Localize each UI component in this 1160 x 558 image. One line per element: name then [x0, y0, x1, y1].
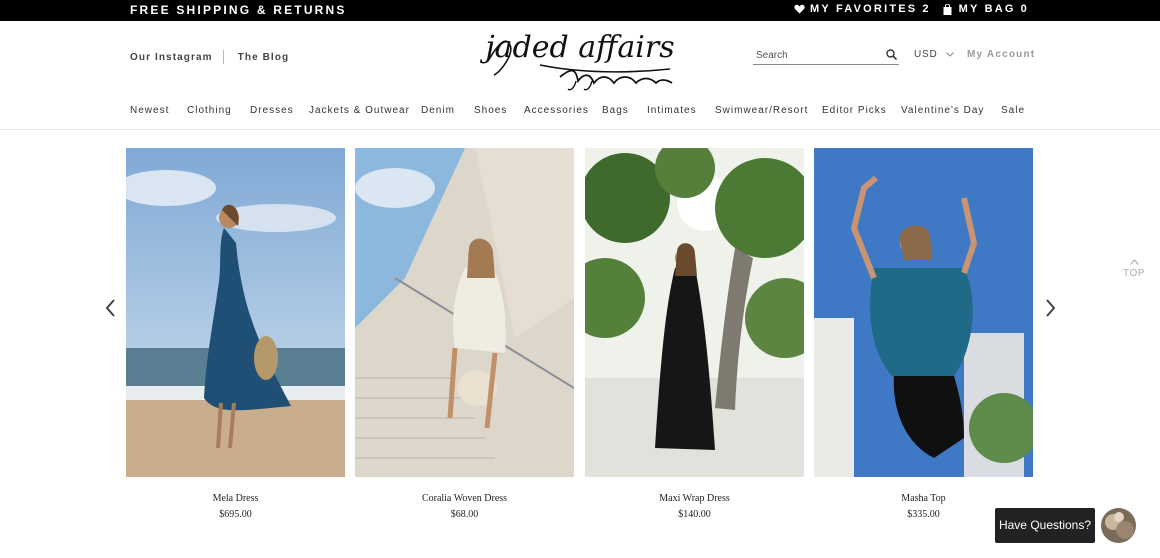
search-input[interactable] — [753, 46, 877, 65]
product-image[interactable] — [126, 148, 345, 477]
nav-item-swimwear-resort[interactable]: Swimwear/Resort — [715, 105, 808, 116]
product-card[interactable]: Coralia Woven Dress $68.00 — [355, 148, 574, 520]
chat-avatar[interactable] — [1101, 508, 1136, 543]
product-card[interactable]: Masha Top $335.00 — [814, 148, 1033, 520]
nav-item-newest[interactable]: Newest — [130, 105, 169, 116]
promo-bar: FREE SHIPPING & RETURNS MY FAVORITES 2 M… — [0, 0, 1160, 21]
have-questions-button[interactable]: Have Questions? — [995, 508, 1095, 543]
currency-selector[interactable]: USD — [914, 49, 954, 60]
product-name[interactable]: Coralia Woven Dress — [355, 493, 574, 504]
nav-item-denim[interactable]: Denim — [421, 105, 455, 116]
product-price: $140.00 — [678, 509, 711, 520]
nav-item-jackets-outwear[interactable]: Jackets & Outwear — [309, 105, 410, 116]
bag-link[interactable]: MY BAG 0 — [943, 3, 1029, 15]
product-name[interactable]: Maxi Wrap Dress — [585, 493, 804, 504]
search-icon[interactable] — [886, 49, 897, 60]
topbar-actions: MY FAVORITES 2 MY BAG 0 — [794, 3, 1029, 15]
product-name[interactable]: Mela Dress — [126, 493, 345, 504]
currency-value: USD — [914, 49, 938, 60]
main-nav: Newest Clothing Dresses Jackets & Outwea… — [0, 104, 1160, 130]
product-price: $68.00 — [450, 509, 479, 520]
chevron-right-icon[interactable] — [1043, 298, 1057, 318]
chevron-down-icon — [945, 52, 954, 57]
product-name[interactable]: Masha Top — [814, 493, 1033, 504]
back-to-top-label: TOP — [1123, 268, 1145, 279]
product-card[interactable]: Maxi Wrap Dress $140.00 — [585, 148, 804, 520]
favorites-count: 2 — [922, 3, 931, 15]
jaded-affairs-logo: jaded affairs — [479, 30, 675, 91]
nav-item-dresses[interactable]: Dresses — [250, 105, 294, 116]
product-price: $695.00 — [219, 509, 252, 520]
chevron-up-icon — [1129, 259, 1139, 265]
bag-label: MY BAG — [958, 3, 1016, 15]
product-image[interactable] — [355, 148, 574, 477]
header-links: Our Instagram The Blog — [130, 50, 289, 64]
my-account-link[interactable]: My Account — [967, 49, 1035, 60]
nav-item-shoes[interactable]: Shoes — [474, 105, 507, 116]
nav-item-clothing[interactable]: Clothing — [187, 105, 232, 116]
heart-icon — [794, 4, 805, 14]
site-logo[interactable]: jaded affairs — [479, 30, 680, 93]
logo-line-1: jaded affairs — [480, 31, 675, 65]
nav-item-intimates[interactable]: Intimates — [647, 105, 697, 116]
blog-link[interactable]: The Blog — [238, 52, 290, 63]
nav-item-accessories[interactable]: Accessories — [524, 105, 589, 116]
free-shipping-banner: FREE SHIPPING & RETURNS — [130, 3, 347, 17]
nav-item-bags[interactable]: Bags — [602, 105, 629, 116]
chevron-left-icon[interactable] — [104, 298, 118, 318]
bag-count: 0 — [1020, 3, 1029, 15]
nav-item-sale[interactable]: Sale — [1001, 105, 1025, 116]
product-card[interactable]: Mela Dress $695.00 — [126, 148, 345, 520]
bag-icon — [943, 3, 952, 15]
favorites-label: MY FAVORITES — [810, 3, 918, 15]
search-box — [753, 45, 899, 65]
header-divider — [222, 50, 224, 64]
product-image[interactable] — [585, 148, 804, 477]
instagram-link[interactable]: Our Instagram — [130, 52, 213, 63]
product-image[interactable] — [814, 148, 1033, 477]
nav-item-valentines-day[interactable]: Valentine's Day — [901, 105, 984, 116]
favorites-link[interactable]: MY FAVORITES 2 — [794, 3, 931, 15]
product-carousel: Mela Dress $695.00 Coralia Woven Dress $… — [0, 148, 1160, 528]
nav-item-editor-picks[interactable]: Editor Picks — [822, 105, 887, 116]
back-to-top-button[interactable]: TOP — [1121, 259, 1147, 279]
